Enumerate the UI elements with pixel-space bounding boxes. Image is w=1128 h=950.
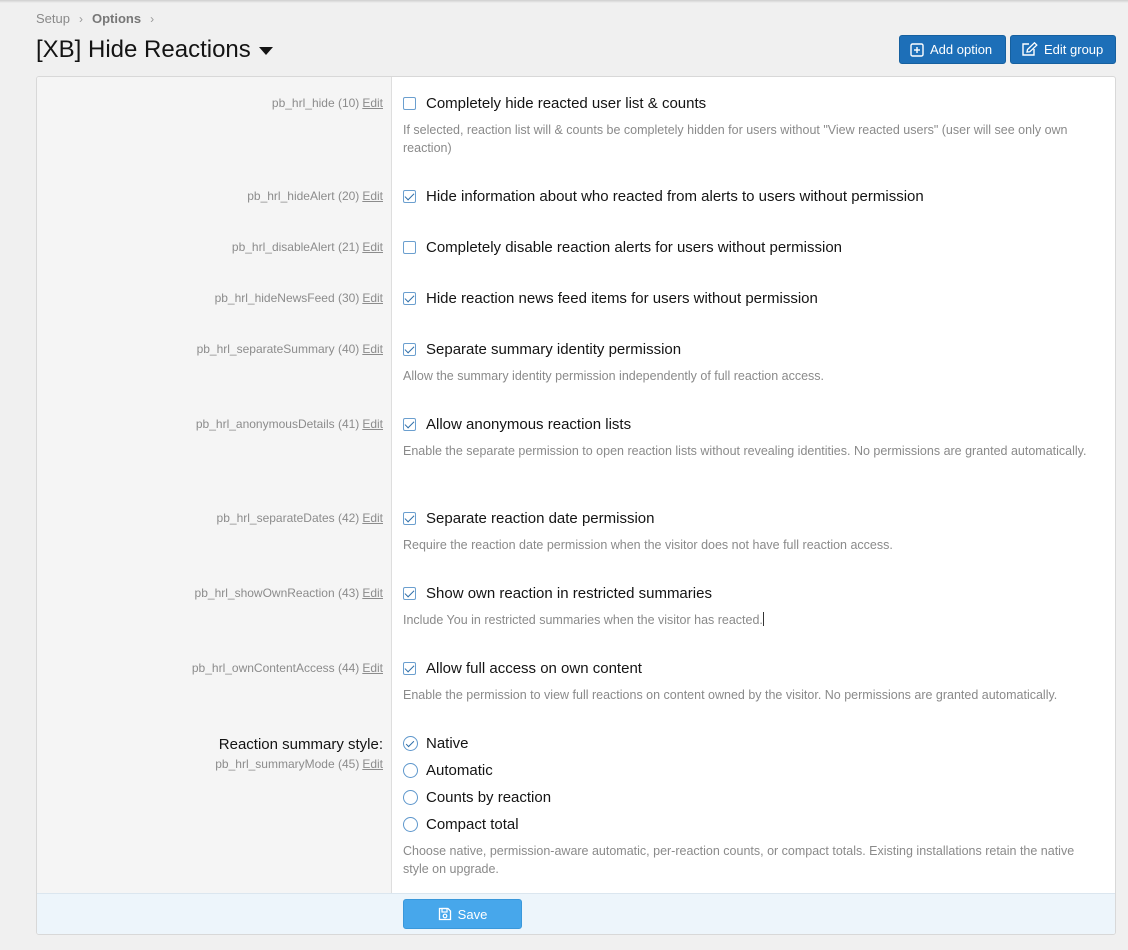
edit-link[interactable]: Edit bbox=[362, 342, 383, 356]
option-id: pb_hrl_ownContentAccess (44) bbox=[191, 661, 360, 675]
checkbox-checked[interactable] bbox=[403, 418, 416, 431]
radio-counts-by-reaction[interactable]: Counts by reaction bbox=[403, 789, 551, 806]
option-checkbox-line[interactable]: Hide information about who reacted from … bbox=[403, 188, 924, 205]
option-label: Separate summary identity permission bbox=[426, 341, 682, 358]
option-id: pb_hrl_hideNewsFeed (30) bbox=[214, 291, 360, 305]
edit-link[interactable]: Edit bbox=[362, 417, 383, 431]
option-checkbox-line[interactable]: Separate reaction date permission bbox=[403, 510, 654, 527]
option-label: Completely hide reacted user list & coun… bbox=[426, 95, 707, 112]
option-label: Hide information about who reacted from … bbox=[426, 188, 924, 205]
pencil-square-icon bbox=[1022, 42, 1038, 56]
radio-compact-total[interactable]: Compact total bbox=[403, 816, 519, 833]
plus-square-icon bbox=[910, 42, 924, 57]
option-id-label: pb_hrl_separateDates (42) Edit bbox=[217, 511, 383, 525]
option-hint: Enable the separate permission to open r… bbox=[403, 444, 1087, 458]
edit-link[interactable]: Edit bbox=[362, 586, 383, 600]
add-option-label: Add option bbox=[930, 42, 993, 57]
radio-label: Compact total bbox=[426, 816, 519, 833]
option-id: pb_hrl_summaryMode (45) bbox=[215, 757, 360, 771]
text-cursor bbox=[762, 612, 764, 626]
option-id-label: pb_hrl_hide (10) Edit bbox=[272, 96, 383, 110]
option-hint: If selected, reaction list will & counts… bbox=[403, 123, 1068, 155]
option-id: pb_hrl_anonymousDetails (41) bbox=[195, 417, 360, 431]
radio-native[interactable]: Native bbox=[403, 735, 469, 752]
radio-button[interactable] bbox=[403, 763, 418, 778]
breadcrumb: Setup › Options › bbox=[36, 11, 163, 26]
option-id-label: pb_hrl_hideNewsFeed (30) Edit bbox=[215, 291, 383, 305]
radio-automatic[interactable]: Automatic bbox=[403, 762, 493, 779]
radio-button[interactable] bbox=[403, 817, 418, 832]
options-panel: pb_hrl_hide (10) Edit Completely hide reac… bbox=[36, 76, 1116, 935]
option-id-label: pb_hrl_separateSummary (40) Edit bbox=[197, 342, 383, 356]
radio-button-checked[interactable] bbox=[403, 736, 418, 751]
chevron-right-icon: › bbox=[78, 11, 83, 26]
option-label: Separate reaction date permission bbox=[426, 510, 655, 527]
option-hint: Include You in restricted summaries when… bbox=[403, 612, 764, 627]
edit-group-label: Edit group bbox=[1044, 42, 1104, 57]
edit-group-button[interactable]: Edit group bbox=[1010, 35, 1116, 64]
checkbox[interactable] bbox=[403, 97, 416, 110]
summary-style-label: Reaction summary style: bbox=[218, 736, 383, 753]
option-id-label: pb_hrl_disableAlert (21) Edit bbox=[232, 240, 383, 254]
edit-link[interactable]: Edit bbox=[362, 291, 383, 305]
page-title-wrap: [XB] Hide Reactions bbox=[36, 36, 273, 64]
checkbox[interactable] bbox=[403, 241, 416, 254]
page-title: [XB] Hide Reactions bbox=[36, 36, 251, 63]
option-checkbox-line[interactable]: Separate summary identity permission bbox=[403, 341, 681, 358]
option-id: pb_hrl_separateDates (42) bbox=[216, 511, 360, 525]
option-label: Hide reaction news feed items for users … bbox=[426, 290, 818, 307]
option-id-label: pb_hrl_hideAlert (20) Edit bbox=[247, 189, 383, 203]
option-hint: Enable the permission to view full react… bbox=[403, 688, 1058, 702]
option-hint: Allow the summary identity permission in… bbox=[403, 369, 825, 383]
option-id: pb_hrl_separateSummary (40) bbox=[196, 342, 360, 356]
radio-label: Counts by reaction bbox=[426, 789, 552, 806]
option-id-label: pb_hrl_summaryMode (45) Edit bbox=[215, 757, 383, 771]
option-id: pb_hrl_showOwnReaction (43) bbox=[194, 586, 360, 600]
option-checkbox-line[interactable]: Show own reaction in restricted summarie… bbox=[403, 585, 712, 602]
checkbox-checked[interactable] bbox=[403, 190, 416, 203]
radio-button[interactable] bbox=[403, 790, 418, 805]
option-checkbox-line[interactable]: Completely disable reaction alerts for u… bbox=[403, 239, 842, 256]
option-checkbox-line[interactable]: Completely hide reacted user list & coun… bbox=[403, 95, 706, 112]
chevron-right-icon: › bbox=[150, 11, 155, 26]
breadcrumb-options[interactable]: Options bbox=[92, 11, 141, 26]
checkbox-checked[interactable] bbox=[403, 292, 416, 305]
add-option-button[interactable]: Add option bbox=[899, 35, 1006, 64]
radio-label: Automatic bbox=[426, 762, 493, 779]
edit-link[interactable]: Edit bbox=[362, 511, 383, 525]
edit-link[interactable]: Edit bbox=[362, 757, 383, 771]
summary-style-hint: Choose native, permission-aware automati… bbox=[403, 844, 1075, 876]
checkbox-checked[interactable] bbox=[403, 343, 416, 356]
option-id: pb_hrl_hideAlert (20) bbox=[247, 189, 360, 203]
save-label: Save bbox=[457, 906, 488, 922]
checkbox-checked[interactable] bbox=[403, 587, 416, 600]
option-label: Show own reaction in restricted summarie… bbox=[426, 585, 712, 602]
option-hint: Require the reaction date permission whe… bbox=[403, 538, 893, 552]
save-button[interactable]: Save bbox=[403, 899, 522, 929]
radio-label: Native bbox=[426, 735, 469, 752]
option-label: Allow anonymous reaction lists bbox=[426, 416, 632, 433]
option-checkbox-line[interactable]: Allow anonymous reaction lists bbox=[403, 416, 631, 433]
option-id-label: pb_hrl_ownContentAccess (44) Edit bbox=[192, 661, 383, 675]
top-shadow bbox=[0, 0, 1128, 3]
form-footer: Save bbox=[37, 893, 1115, 934]
option-id-label: pb_hrl_anonymousDetails (41) Edit bbox=[196, 417, 383, 431]
checkbox-checked[interactable] bbox=[403, 512, 416, 525]
option-label: Allow full access on own content bbox=[426, 660, 642, 677]
option-label: Completely disable reaction alerts for u… bbox=[426, 239, 843, 256]
edit-link[interactable]: Edit bbox=[362, 189, 383, 203]
edit-link[interactable]: Edit bbox=[362, 240, 383, 254]
option-id: pb_hrl_hide (10) bbox=[271, 96, 360, 110]
breadcrumb-setup[interactable]: Setup bbox=[36, 11, 70, 26]
checkbox-checked[interactable] bbox=[403, 662, 416, 675]
option-checkbox-line[interactable]: Allow full access on own content bbox=[403, 660, 642, 677]
option-id: pb_hrl_disableAlert (21) bbox=[231, 240, 360, 254]
option-id-label: pb_hrl_showOwnReaction (43) Edit bbox=[195, 586, 383, 600]
option-checkbox-line[interactable]: Hide reaction news feed items for users … bbox=[403, 290, 818, 307]
caret-down-icon[interactable] bbox=[258, 47, 273, 55]
edit-link[interactable]: Edit bbox=[362, 96, 383, 110]
edit-link[interactable]: Edit bbox=[362, 661, 383, 675]
floppy-disk-icon bbox=[438, 907, 451, 921]
